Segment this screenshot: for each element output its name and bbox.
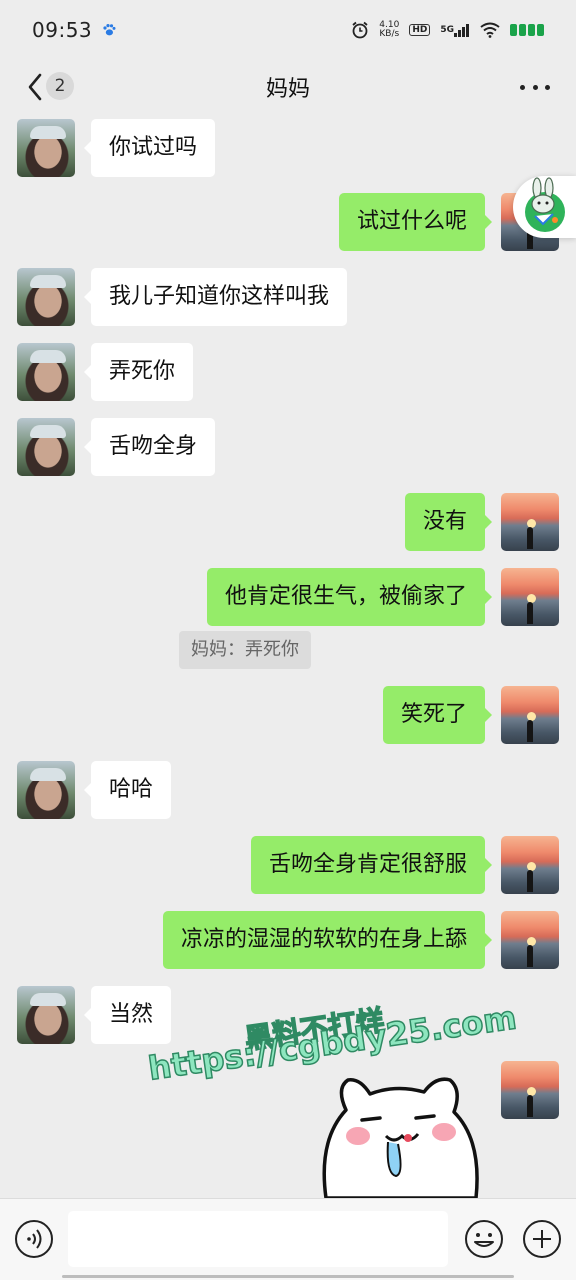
- contact-avatar[interactable]: [17, 268, 75, 326]
- battery-icon: [510, 24, 544, 36]
- message-bubble[interactable]: 哈哈: [83, 761, 172, 819]
- signal-label: 5G: [440, 25, 454, 35]
- more-options-button[interactable]: [520, 74, 550, 100]
- emoji-button[interactable]: [464, 1219, 504, 1259]
- voice-icon: [15, 1220, 53, 1258]
- message-row: 他肯定很生气，被偷家了: [0, 568, 576, 626]
- message-bubble[interactable]: 凉凉的湿湿的软软的在身上舔: [162, 911, 493, 969]
- wifi-icon: [480, 22, 500, 38]
- message-bubble[interactable]: 舌吻全身: [83, 418, 216, 476]
- message-row: 试过什么呢: [0, 193, 576, 251]
- message-bubble[interactable]: 他肯定很生气，被偷家了: [206, 568, 493, 626]
- message-row: [0, 1061, 576, 1119]
- home-indicator: [62, 1275, 514, 1278]
- message-row: 凉凉的湿湿的软软的在身上舔: [0, 911, 576, 969]
- contact-avatar[interactable]: [17, 119, 75, 177]
- chat-title: 妈妈: [265, 77, 310, 102]
- message-row: 没有: [0, 493, 576, 551]
- message-bubble[interactable]: 试过什么呢: [338, 193, 493, 251]
- hd-badge: HD: [409, 24, 431, 36]
- self-avatar[interactable]: [501, 911, 559, 969]
- contact-avatar[interactable]: [17, 418, 75, 476]
- self-avatar[interactable]: [501, 568, 559, 626]
- network-speed-unit: KB/s: [379, 29, 400, 39]
- plus-icon: [523, 1220, 561, 1258]
- self-avatar[interactable]: [501, 1061, 559, 1119]
- contact-avatar[interactable]: [17, 343, 75, 401]
- cellular-signal-icon: 5G: [440, 23, 470, 37]
- network-speed: 4.10 KB/s: [379, 21, 399, 39]
- rabbit-mascot-icon: [525, 177, 565, 232]
- status-bar: 09:53 4.10 KB/s HD 5G: [0, 0, 576, 60]
- voice-button[interactable]: [14, 1219, 54, 1259]
- message-bubble[interactable]: 舌吻全身肯定很舒服: [250, 836, 493, 894]
- message-bubble[interactable]: 弄死你: [83, 343, 194, 401]
- message-bubble[interactable]: 没有: [404, 493, 493, 551]
- input-bar: [0, 1198, 576, 1280]
- paw-icon: [103, 24, 116, 36]
- message-bubble[interactable]: 你试过吗: [83, 119, 216, 177]
- cat-sticker: [322, 1077, 479, 1198]
- chat-header: 2 妈妈: [0, 60, 576, 114]
- message-row: 笑死了: [0, 686, 576, 744]
- contact-avatar[interactable]: [17, 986, 75, 1044]
- message-row: 舌吻全身肯定很舒服: [0, 836, 576, 894]
- self-avatar[interactable]: [501, 686, 559, 744]
- message-row: 舌吻全身: [0, 418, 576, 476]
- message-row: 我儿子知道你这样叫我: [0, 268, 576, 326]
- self-avatar[interactable]: [501, 493, 559, 551]
- status-time: 09:53: [32, 18, 93, 42]
- message-bubble[interactable]: 笑死了: [382, 686, 493, 744]
- more-dots-icon: [520, 84, 525, 90]
- status-icons: 4.10 KB/s HD 5G: [351, 21, 544, 39]
- contact-avatar[interactable]: [17, 761, 75, 819]
- message-bubble[interactable]: 我儿子知道你这样叫我: [83, 268, 348, 326]
- message-row: 你试过吗: [0, 119, 576, 177]
- message-row: 哈哈: [0, 761, 576, 819]
- message-bubble[interactable]: 当然: [83, 986, 172, 1044]
- emoji-icon: [465, 1220, 503, 1258]
- quoted-message[interactable]: 妈妈：弄死你: [179, 631, 311, 669]
- alarm-icon: [352, 21, 368, 39]
- message-input[interactable]: [68, 1211, 448, 1267]
- self-avatar[interactable]: [501, 836, 559, 894]
- more-functions-button[interactable]: [522, 1219, 562, 1259]
- floating-mascot-button[interactable]: [513, 176, 576, 238]
- message-row: 弄死你: [0, 343, 576, 401]
